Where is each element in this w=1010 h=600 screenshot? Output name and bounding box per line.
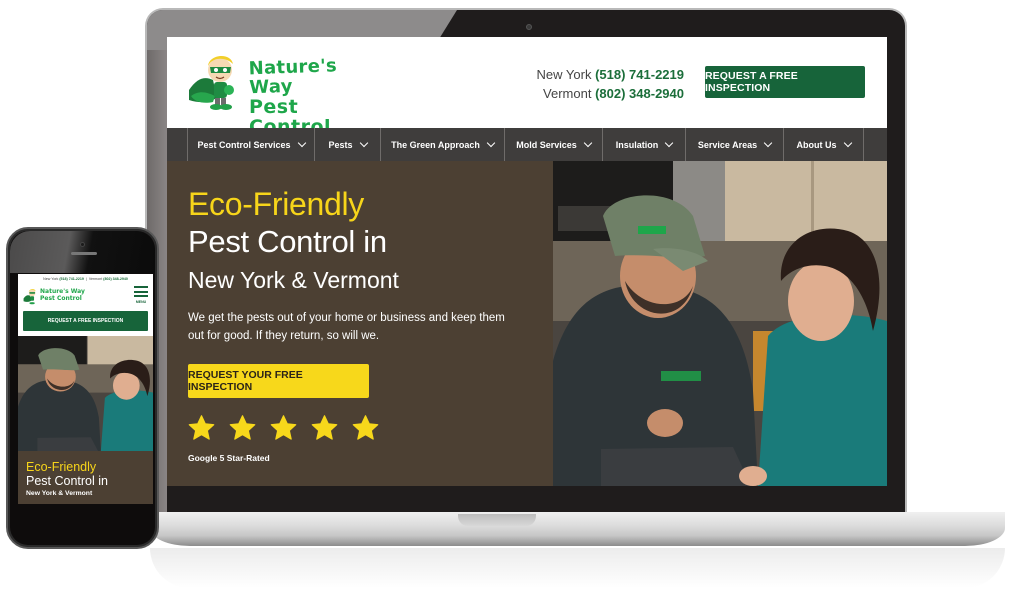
request-free-inspection-button[interactable]: REQUEST YOUR FREE INSPECTION — [188, 364, 369, 398]
chevron-down-icon — [665, 138, 674, 148]
brand-wordmark: Nature's Way Pest Control — [40, 288, 85, 302]
brand-line2: Pest Control — [40, 295, 82, 302]
menu-bar — [134, 290, 148, 293]
phone-region: New York — [536, 67, 592, 82]
main-nav: Pest Control Services Pests The Green Ap… — [167, 128, 887, 161]
nav-label: Service Areas — [697, 139, 758, 150]
phone-region: New York — [43, 277, 59, 281]
nav-item-green-approach[interactable]: The Green Approach — [380, 128, 504, 161]
menu-label: MENU — [135, 299, 147, 304]
phone-ny: New York (518) 741-2219 — [529, 65, 684, 84]
nav-label: The Green Approach — [391, 139, 480, 150]
mobile-phone-numbers: New York (518) 741-2219 | Vermont (802) … — [43, 277, 128, 281]
mobile-request-inspection-button[interactable]: REQUEST A FREE INSPECTION — [23, 311, 148, 331]
site-header: Nature's Way Pest Control New York (518)… — [167, 37, 887, 137]
laptop-notch — [458, 514, 536, 526]
desktop-website: Nature's Way Pest Control New York (518)… — [167, 37, 887, 486]
menu-bar — [134, 286, 148, 288]
nav-label: Mold Services — [516, 139, 577, 150]
superhero-mascot-icon — [23, 289, 36, 305]
reflection — [150, 548, 1005, 588]
mobile-website: New York (518) 741-2219 | Vermont (802) … — [18, 274, 153, 504]
mobile-brand-logo[interactable]: Nature's Way Pest Control — [23, 286, 93, 306]
chevron-down-icon — [297, 138, 306, 148]
rating-label: Google 5 Star-Rated — [188, 453, 270, 463]
laptop-base — [150, 512, 1005, 546]
mobile-hero-photo — [18, 336, 153, 451]
brand-line1: Nature's Way — [248, 55, 338, 99]
nav-label: Insulation — [615, 139, 659, 150]
hero-subheading: New York & Vermont — [26, 490, 93, 497]
speaker-grille — [71, 252, 97, 255]
star-icon — [229, 415, 256, 440]
hero-heading-highlight: Eco-Friendly — [188, 186, 365, 222]
laptop-device: Nature's Way Pest Control New York (518)… — [145, 8, 907, 516]
phone-link-ny[interactable]: (518) 741-2219 — [59, 277, 84, 281]
chevron-down-icon — [583, 138, 593, 148]
chevron-down-icon — [359, 138, 368, 148]
hero-description: We get the pests out of your home or bus… — [188, 312, 505, 342]
phone-region: Vermont — [88, 277, 103, 281]
phone-vt: Vermont (802) 348-2940 — [529, 84, 684, 103]
hero-photo — [553, 161, 887, 486]
hero-heading: Pest Control in — [188, 224, 387, 259]
star-icon — [188, 415, 215, 440]
hamburger-menu-button[interactable]: MENU — [134, 286, 148, 306]
star-icon — [352, 415, 379, 440]
nav-item-service-areas[interactable]: Service Areas — [685, 128, 783, 161]
hero-heading-highlight: Eco-Friendly — [26, 460, 97, 474]
star-rating — [187, 414, 380, 442]
nav-label: Pest Control Services — [197, 139, 291, 150]
phone-link-vt[interactable]: (802) 348-2940 — [103, 277, 128, 281]
chevron-down-icon — [486, 138, 496, 148]
nav-label: Pests — [328, 139, 353, 150]
chevron-down-icon — [843, 138, 852, 148]
nav-item-about-us[interactable]: About Us — [783, 128, 864, 161]
hero-subheading: New York & Vermont — [188, 267, 399, 293]
star-icon — [311, 415, 338, 440]
hero-heading: Pest Control in — [26, 474, 108, 488]
phone-device: New York (518) 741-2219 | Vermont (802) … — [6, 227, 159, 549]
brand-wordmark: Nature's Way Pest Control — [248, 55, 382, 138]
hero-section: Eco-Friendly Pest Control in New York & … — [167, 161, 887, 486]
phone-link-ny[interactable]: (518) 741-2219 — [595, 67, 684, 82]
hero-text: Eco-Friendly Pest Control in New York & … — [188, 185, 548, 345]
brand-logo[interactable]: Nature's Way Pest Control — [187, 50, 382, 137]
nav-label: About Us — [796, 139, 837, 150]
nav-item-insulation[interactable]: Insulation — [602, 128, 685, 161]
front-camera-icon — [80, 242, 85, 247]
mobile-hero-section: Eco-Friendly Pest Control in New York & … — [18, 451, 153, 504]
phone-numbers: New York (518) 741-2219 Vermont (802) 34… — [529, 65, 684, 103]
phone-link-vt[interactable]: (802) 348-2940 — [595, 86, 684, 101]
chevron-down-icon — [763, 138, 773, 148]
request-inspection-button[interactable]: REQUEST A FREE INSPECTION — [705, 66, 865, 98]
menu-bar — [134, 295, 148, 297]
webcam-icon — [526, 24, 532, 30]
nav-item-mold-services[interactable]: Mold Services — [504, 128, 602, 161]
brand-line1: Nature's Way — [40, 288, 85, 295]
star-icon — [270, 415, 297, 440]
nav-item-pests[interactable]: Pests — [314, 128, 380, 161]
phone-region: Vermont — [543, 86, 592, 101]
superhero-mascot-icon — [189, 55, 234, 110]
nav-item-pest-control-services[interactable]: Pest Control Services — [187, 128, 314, 161]
